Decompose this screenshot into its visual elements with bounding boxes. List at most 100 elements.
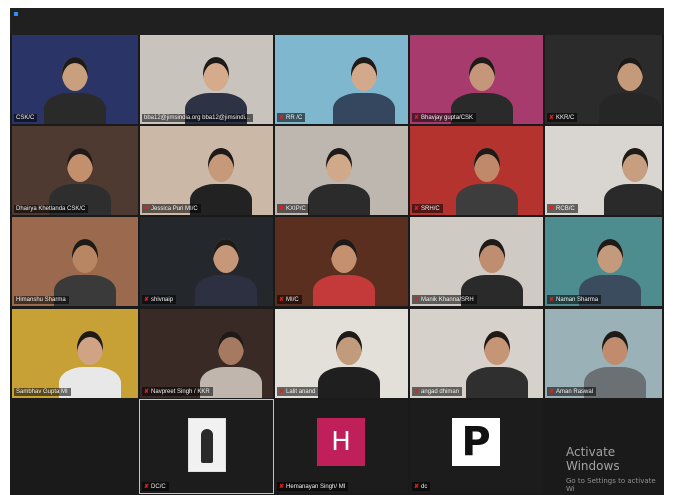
participant-video bbox=[140, 217, 273, 306]
participant-head bbox=[597, 239, 623, 273]
watermark-title: Activate Windows bbox=[566, 445, 620, 473]
top-strip bbox=[10, 8, 664, 35]
muted-mic-icon: ✘ bbox=[279, 206, 285, 212]
participant-tile[interactable]: ✘ KKR/C bbox=[545, 35, 662, 124]
participant-name-label: Dhairya Khetlanda CSK/C bbox=[14, 205, 89, 213]
participant-head bbox=[62, 57, 88, 91]
participant-video bbox=[545, 126, 662, 215]
participant-name: SRH/C bbox=[421, 206, 440, 212]
participant-name: CSK/C bbox=[16, 115, 35, 121]
participant-tile[interactable]: P ✘ dc bbox=[410, 400, 543, 493]
participant-head bbox=[351, 57, 377, 91]
participant-body bbox=[318, 367, 380, 398]
participant-video bbox=[410, 309, 543, 398]
zoom-meeting-window: CSK/C bba12@jimsindia.org bba12@jimsindi.… bbox=[10, 8, 664, 495]
participant-name-label: ✘ Bhavjay gupta/CSK bbox=[412, 113, 477, 122]
participant-tile[interactable]: bba12@jimsindia.org bba12@jimsindi... bbox=[140, 35, 273, 124]
participant-tile[interactable]: ✘ Jessica Puri MI/C bbox=[140, 126, 273, 215]
muted-mic-icon: ✘ bbox=[549, 297, 555, 303]
muted-mic-icon: ✘ bbox=[414, 389, 420, 395]
watermark-subtitle: Go to Settings to activate Wi bbox=[566, 477, 656, 493]
participant-name-label: bba12@jimsindia.org bba12@jimsindi... bbox=[142, 114, 253, 122]
participant-name-label: ✘ Manik Khanna/SRH bbox=[412, 295, 477, 304]
participant-body bbox=[456, 184, 518, 215]
participant-tile[interactable]: ✘ Bhavjay gupta/CSK bbox=[410, 35, 543, 124]
participant-name: DC/C bbox=[151, 484, 166, 490]
participant-video bbox=[410, 126, 543, 215]
participant-head bbox=[484, 331, 510, 365]
participant-name: KXIP/C bbox=[286, 206, 306, 212]
participant-name-label: ✘ Jessica Puri MI/C bbox=[142, 204, 201, 213]
muted-mic-icon: ✘ bbox=[414, 206, 420, 212]
participant-tile[interactable]: ✘ RCB/C bbox=[545, 126, 662, 215]
avatar-initial: P bbox=[452, 418, 500, 466]
participant-name-label: Himanshu Sharma bbox=[14, 296, 69, 304]
participant-tile[interactable]: Sambhav Gupta MI bbox=[12, 309, 138, 398]
participant-name-label: ✘ Naman Sharma bbox=[547, 295, 602, 304]
participant-tile[interactable]: CSK/C bbox=[12, 35, 138, 124]
participant-name: Sambhav Gupta MI bbox=[16, 389, 68, 395]
muted-mic-icon: ✘ bbox=[279, 115, 285, 121]
participant-video bbox=[140, 126, 273, 215]
muted-mic-icon: ✘ bbox=[279, 297, 285, 303]
participant-tile[interactable]: ✘ RR /C bbox=[275, 35, 408, 124]
participant-tile[interactable]: ✘ Navpreet Singh / KKR bbox=[140, 309, 273, 398]
participant-name-label: CSK/C bbox=[14, 114, 38, 122]
participant-tile[interactable]: ✘ angad dhiman bbox=[410, 309, 543, 398]
participant-tile[interactable]: Dhairya Khetlanda CSK/C bbox=[12, 126, 138, 215]
participant-video bbox=[410, 35, 543, 124]
participant-video bbox=[545, 35, 662, 124]
participant-body bbox=[44, 93, 106, 124]
participant-tile[interactable]: ✘ Manik Khanna/SRH bbox=[410, 217, 543, 306]
participant-tile[interactable]: ✘ DC/C bbox=[139, 399, 274, 494]
participant-tile[interactable]: ✘ SRH/C bbox=[410, 126, 543, 215]
participant-video bbox=[275, 309, 408, 398]
muted-mic-icon: ✘ bbox=[414, 297, 420, 303]
participant-name: RCB/C bbox=[556, 206, 575, 212]
participant-tile[interactable]: ✘ Naman Sharma bbox=[545, 217, 662, 306]
participant-name-label: ✘ RR /C bbox=[277, 113, 306, 122]
participant-body bbox=[195, 275, 257, 306]
participant-name: Bhavjay gupta/CSK bbox=[421, 115, 474, 121]
participant-name-label: ✘ Navpreet Singh / KKR bbox=[142, 387, 213, 396]
participant-video bbox=[545, 309, 662, 398]
participant-body bbox=[313, 275, 375, 306]
participant-video bbox=[275, 126, 408, 215]
profile-figure bbox=[201, 429, 213, 463]
participant-name: RR /C bbox=[286, 115, 303, 121]
participant-head bbox=[203, 57, 229, 91]
participant-name: shivnaip bbox=[151, 297, 174, 303]
participant-video bbox=[12, 35, 138, 124]
participant-head bbox=[331, 239, 357, 273]
muted-mic-icon: ✘ bbox=[144, 297, 150, 303]
participant-body bbox=[466, 367, 528, 398]
window-indicator bbox=[14, 12, 18, 16]
participant-head bbox=[469, 57, 495, 91]
muted-mic-icon: ✘ bbox=[144, 206, 150, 212]
participant-video bbox=[545, 217, 662, 306]
participant-tile[interactable]: H ✘ Hemanayan Singh/ MI bbox=[275, 400, 408, 493]
participant-body bbox=[308, 184, 370, 215]
participant-video bbox=[12, 309, 138, 398]
participant-body bbox=[604, 184, 662, 215]
participant-name-label: ✘ Lalit anand bbox=[277, 387, 319, 396]
participant-name: Naman Sharma bbox=[556, 297, 599, 303]
participant-tile[interactable]: Himanshu Sharma bbox=[12, 217, 138, 306]
muted-mic-icon: ✘ bbox=[144, 484, 150, 490]
participant-name: KKR/C bbox=[556, 115, 575, 121]
participant-body bbox=[333, 93, 395, 124]
participant-name-label: ✘ DC/C bbox=[142, 482, 169, 491]
muted-mic-icon: ✘ bbox=[279, 484, 285, 490]
participant-tile[interactable]: ✘ shivnaip bbox=[140, 217, 273, 306]
profile-photo bbox=[188, 418, 226, 472]
participant-name: Hemanayan Singh/ MI bbox=[286, 484, 346, 490]
participant-video bbox=[275, 35, 408, 124]
participant-name-label: ✘ shivnaip bbox=[142, 295, 177, 304]
participant-tile[interactable]: ✘ Lalit anand bbox=[275, 309, 408, 398]
participant-tile[interactable]: ✘ Aman Raswal bbox=[545, 309, 662, 398]
participant-tile[interactable]: ✘ MI/C bbox=[275, 217, 408, 306]
participant-tile[interactable]: ✘ KXIP/C bbox=[275, 126, 408, 215]
participant-video bbox=[275, 217, 408, 306]
participant-video bbox=[12, 217, 138, 306]
participant-video bbox=[140, 309, 273, 398]
